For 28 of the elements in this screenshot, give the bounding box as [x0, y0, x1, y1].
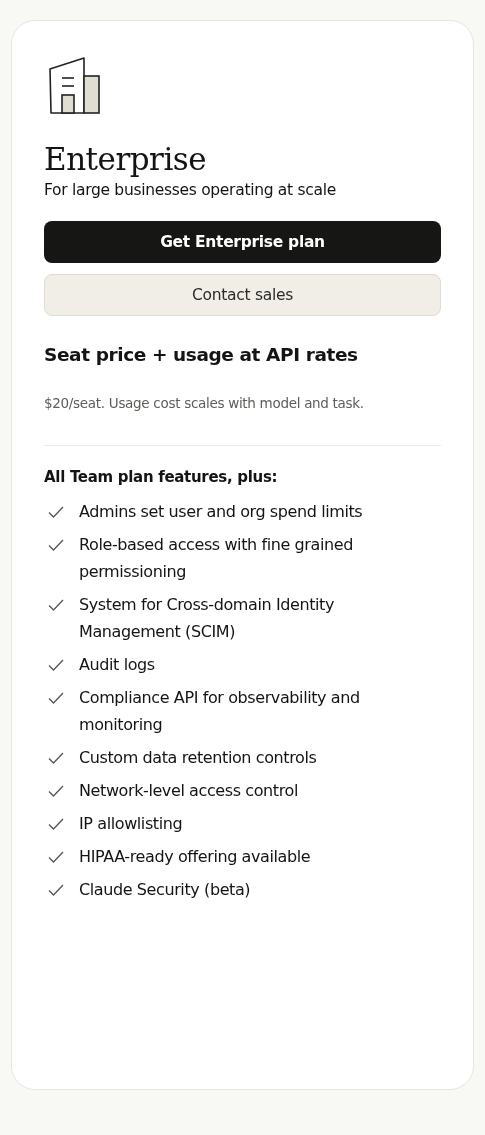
- features-heading: All Team plan features, plus:: [44, 468, 279, 486]
- feature-text: HIPAA-ready offering available: [79, 846, 311, 868]
- get-plan-button[interactable]: Get Enterprise plan: [44, 221, 441, 263]
- check-icon: [48, 659, 64, 671]
- pricing-headline: Seat price + usage at API rates: [44, 344, 359, 365]
- pricing-note: $20/seat. Usage cost scales with model and task.: [44, 395, 365, 411]
- feature-text: Audit logs: [79, 654, 155, 676]
- check-icon: [48, 599, 64, 611]
- check-icon: [48, 851, 64, 863]
- plan-title: Enterprise: [44, 141, 208, 177]
- check-icon: [48, 785, 64, 797]
- check-icon: [48, 506, 64, 518]
- feature-text: System for Cross-domain Identity Management (SCIM): [79, 594, 335, 643]
- contact-sales-button[interactable]: Contact sales: [44, 274, 441, 316]
- feature-text: Custom data retention controls: [79, 747, 317, 769]
- building-icon: [48, 55, 102, 115]
- check-icon: [48, 539, 64, 551]
- feature-text: Admins set user and org spend limits: [79, 501, 363, 523]
- check-icon: [48, 752, 64, 764]
- check-icon: [48, 692, 64, 704]
- feature-text: Claude Security (beta): [79, 879, 251, 901]
- check-icon: [48, 818, 64, 830]
- feature-text: Role-based access with fine grained permissioning: [79, 534, 354, 583]
- feature-text: Network-level access control: [79, 780, 298, 802]
- feature-text: Compliance API for observability and monitoring: [79, 687, 361, 736]
- check-icon: [48, 884, 64, 896]
- feature-text: IP allowlisting: [79, 813, 183, 835]
- plan-tagline: For large businesses operating at scale: [44, 181, 337, 199]
